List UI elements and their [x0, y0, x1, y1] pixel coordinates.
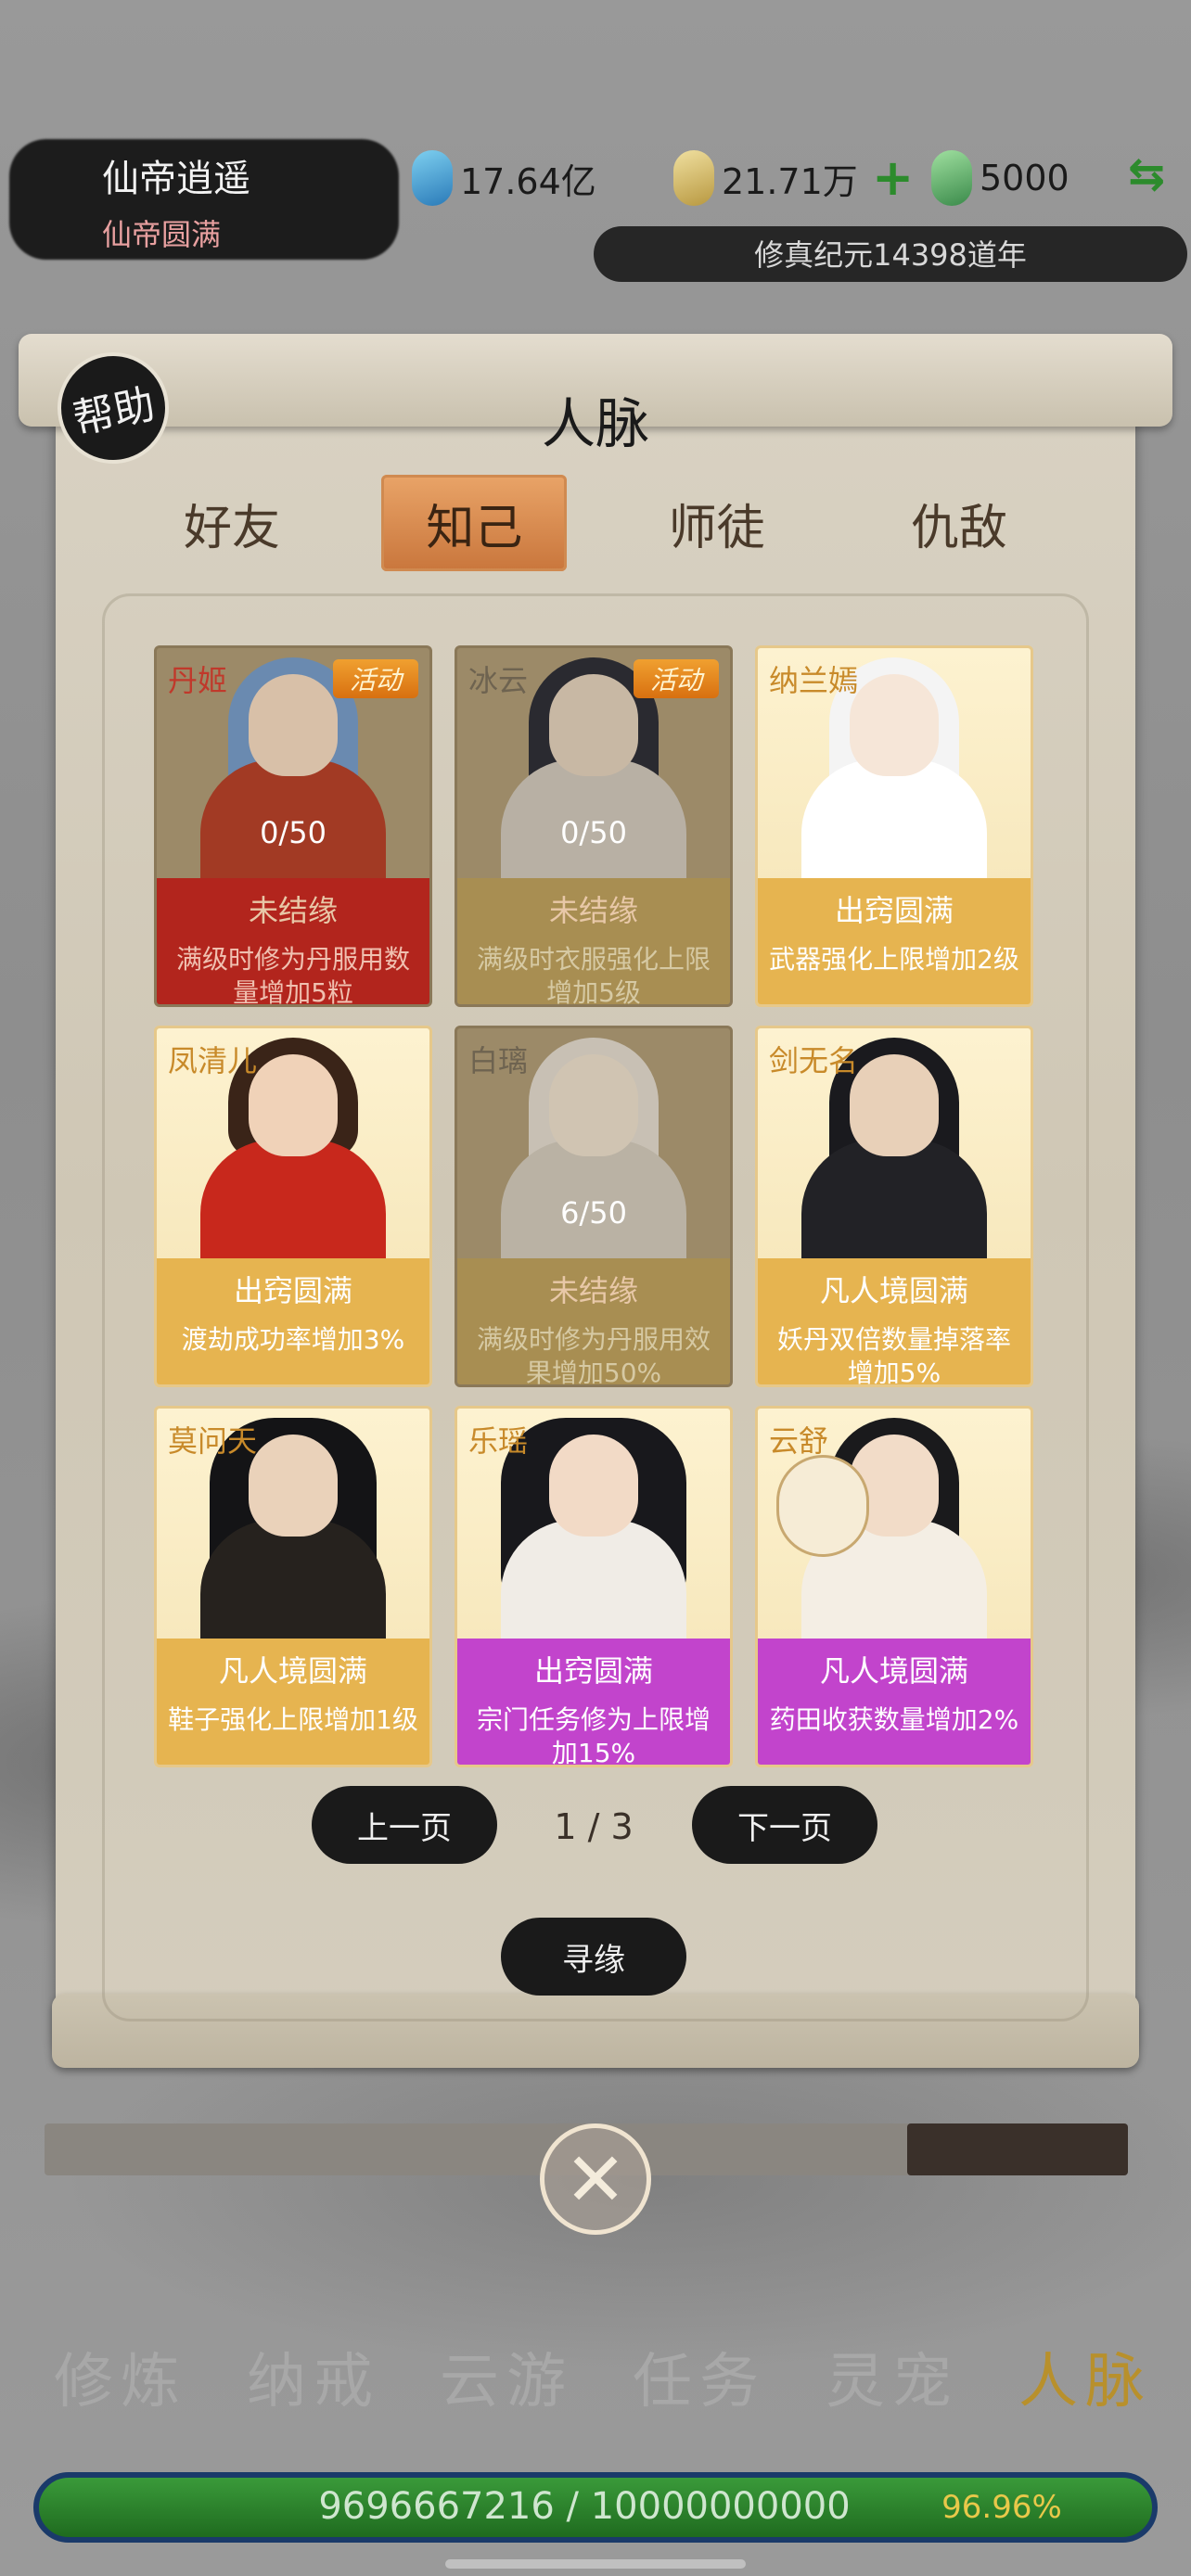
- card-yunshu[interactable]: 云舒 凡人境圆满 药田收获数量增加2%: [755, 1406, 1033, 1767]
- card-danji[interactable]: 丹姬 活动 0/50 未结缘 满级时修为丹服用数量增加5粒: [154, 645, 432, 1007]
- close-icon[interactable]: ✕: [540, 2123, 651, 2235]
- card-mowentian[interactable]: 莫问天 凡人境圆满 鞋子强化上限增加1级: [154, 1406, 432, 1767]
- event-badge: 活动: [634, 659, 719, 698]
- card-nalanyan[interactable]: 纳兰嫣 出窍圆满 武器强化上限增加2级: [755, 645, 1033, 1007]
- tab-friends[interactable]: 好友: [139, 475, 325, 571]
- tab-master-disciple[interactable]: 师徒: [624, 475, 810, 571]
- spirit-stone-resource: 17.64亿: [412, 150, 596, 206]
- background-progress-dark: [907, 2123, 1128, 2175]
- card-info-band: 出窍圆满 宗门任务修为上限增加15%: [457, 1639, 730, 1767]
- era-text: 修真纪元14398道年: [754, 237, 1027, 273]
- page-indicator: 1 / 3: [554, 1806, 634, 1847]
- card-leyao[interactable]: 乐瑶 出窍圆满 宗门任务修为上限增加15%: [455, 1406, 733, 1767]
- card-status: 出窍圆满: [834, 893, 954, 928]
- card-name: 剑无名: [769, 1043, 859, 1078]
- card-effect: 满级时修为丹服用效果增加50%: [476, 1324, 711, 1387]
- nav-cultivate[interactable]: 修炼: [37, 2335, 204, 2418]
- player-rank: 仙帝圆满: [102, 217, 222, 252]
- card-effect: 渡劫成功率增加3%: [181, 1324, 405, 1355]
- card-info-band: 凡人境圆满 药田收获数量增加2%: [758, 1639, 1031, 1765]
- card-info-band: 出窍圆满 渡劫成功率增加3%: [157, 1258, 429, 1384]
- card-effect: 宗门任务修为上限增加15%: [476, 1704, 711, 1767]
- card-info-band: 凡人境圆满 鞋子强化上限增加1级: [157, 1639, 429, 1765]
- card-name: 凤清儿: [168, 1043, 258, 1078]
- nav-tasks[interactable]: 任务: [616, 2335, 783, 2418]
- home-indicator[interactable]: [445, 2559, 746, 2569]
- card-progress: 0/50: [260, 815, 327, 850]
- jade-gourd-icon: [931, 150, 972, 206]
- card-effect: 药田收获数量增加2%: [769, 1704, 1019, 1735]
- exp-percent: 96.96%: [941, 2489, 1062, 2526]
- jade-value: 5000: [980, 158, 1069, 198]
- card-effect: 妖丹双倍数量掉落率增加5%: [776, 1324, 1011, 1387]
- card-name: 乐瑶: [468, 1423, 529, 1459]
- add-gold-button[interactable]: +: [872, 148, 914, 207]
- card-status: 凡人境圆满: [819, 1653, 968, 1689]
- gold-resource: 21.71万: [673, 150, 858, 206]
- card-info-band: 凡人境圆满 妖丹双倍数量掉落率增加5%: [758, 1258, 1031, 1387]
- card-status: 凡人境圆满: [218, 1653, 367, 1689]
- card-status: 凡人境圆满: [819, 1273, 968, 1308]
- card-info-band: 未结缘 满级时衣服强化上限增加5级: [457, 878, 730, 1007]
- card-progress: 6/50: [560, 1195, 627, 1231]
- event-badge: 活动: [333, 659, 418, 698]
- card-effect: 满级时衣服强化上限增加5级: [476, 944, 711, 1007]
- card-status: 未结缘: [548, 1273, 638, 1308]
- card-status: 出窍圆满: [533, 1653, 653, 1689]
- nav-relationships[interactable]: 人脉: [1002, 2335, 1169, 2418]
- card-info-band: 出窍圆满 武器强化上限增加2级: [758, 878, 1031, 1004]
- card-bingyun[interactable]: 冰云 活动 0/50 未结缘 满级时衣服强化上限增加5级: [455, 645, 733, 1007]
- exp-text: 9696667216 / 10000000000: [318, 2485, 851, 2528]
- card-status: 未结缘: [248, 893, 338, 928]
- gold-value: 21.71万: [722, 160, 858, 202]
- card-effect: 武器强化上限增加2级: [769, 944, 1019, 975]
- card-fengqinger[interactable]: 凤清儿 出窍圆满 渡劫成功率增加3%: [154, 1026, 432, 1387]
- jade-resource: 5000: [931, 150, 1069, 206]
- nav-travel[interactable]: 云游: [423, 2335, 590, 2418]
- gold-bag-icon: [673, 150, 714, 206]
- spirit-stone-icon: [412, 150, 453, 206]
- next-page-button[interactable]: 下一页: [692, 1786, 877, 1864]
- card-name: 莫问天: [168, 1423, 258, 1459]
- card-info-band: 未结缘 满级时修为丹服用数量增加5粒: [157, 878, 429, 1007]
- tab-confidants[interactable]: 知己: [381, 475, 568, 571]
- panel-title: 人脉: [541, 392, 649, 455]
- round-fan-icon: [776, 1455, 869, 1557]
- card-jianwuming[interactable]: 剑无名 凡人境圆满 妖丹双倍数量掉落率增加5%: [755, 1026, 1033, 1387]
- card-effect: 鞋子强化上限增加1级: [168, 1704, 418, 1735]
- card-baili[interactable]: 白璃 6/50 未结缘 满级时修为丹服用效果增加50%: [455, 1026, 733, 1387]
- bottom-nav: 修炼 纳戒 云游 任务 灵宠 人脉: [37, 2335, 1169, 2418]
- exchange-button[interactable]: ⇆: [1128, 148, 1165, 200]
- card-info-band: 未结缘 满级时修为丹服用效果增加50%: [457, 1258, 730, 1387]
- card-name: 丹姬: [168, 663, 228, 698]
- card-effect: 满级时修为丹服用数量增加5粒: [175, 944, 410, 1007]
- card-name: 云舒: [769, 1423, 829, 1459]
- nav-pets[interactable]: 灵宠: [809, 2335, 976, 2418]
- card-progress: 0/50: [560, 815, 627, 850]
- player-name: 仙帝逍遥: [102, 158, 250, 200]
- tab-enemies[interactable]: 仇敌: [866, 475, 1052, 571]
- seek-fate-button[interactable]: 寻缘: [501, 1918, 686, 1996]
- relationship-tabs: 好友 知己 师徒 仇敌: [139, 475, 1052, 571]
- spirit-stone-value: 17.64亿: [460, 160, 596, 202]
- card-name: 冰云: [468, 663, 529, 698]
- prev-page-button[interactable]: 上一页: [312, 1786, 497, 1864]
- card-name: 纳兰嫣: [769, 663, 859, 698]
- card-name: 白璃: [468, 1043, 529, 1078]
- card-status: 未结缘: [548, 893, 638, 928]
- nav-storage-ring[interactable]: 纳戒: [230, 2335, 397, 2418]
- card-status: 出窍圆满: [233, 1273, 352, 1308]
